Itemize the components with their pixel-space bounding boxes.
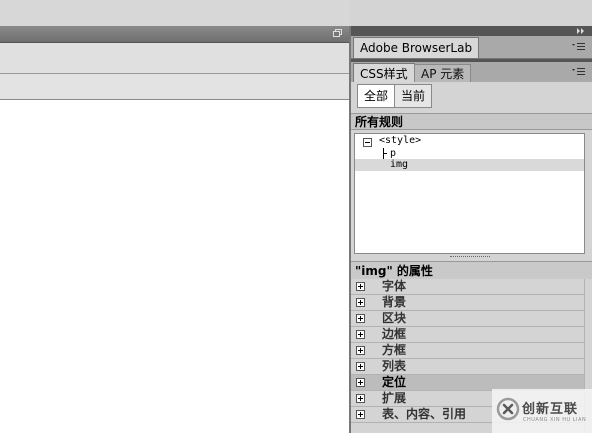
browserlab-panel-header: Adobe BrowserLab: [351, 36, 592, 59]
pane-resize-grip[interactable]: [450, 256, 490, 259]
css-panel-header: CSS样式 AP 元素: [351, 62, 592, 83]
collapse-toggle-icon[interactable]: [363, 138, 372, 147]
expand-icon[interactable]: [356, 330, 365, 339]
properties-header: "img" 的属性: [351, 261, 592, 279]
document-toolbar: [0, 43, 350, 74]
expand-icon[interactable]: [356, 410, 365, 419]
tree-item-label: <style>: [379, 135, 422, 146]
panel-group-top-bar: [351, 26, 592, 36]
tree-item-label: img: [390, 159, 409, 170]
category-row-list[interactable]: 列表: [351, 359, 584, 375]
tab-ap-elements-label: AP 元素: [421, 67, 465, 81]
tab-css-styles[interactable]: CSS样式: [353, 63, 415, 83]
expand-icon[interactable]: [356, 346, 365, 355]
tab-ap-elements[interactable]: AP 元素: [414, 64, 472, 83]
current-mode-button[interactable]: 当前: [395, 85, 431, 107]
expand-icon[interactable]: [356, 298, 365, 307]
css-panel-options-menu-icon[interactable]: [572, 67, 586, 77]
category-row-box[interactable]: 方框: [351, 343, 584, 359]
category-row-block[interactable]: 区块: [351, 311, 584, 327]
panel-options-menu-icon[interactable]: [572, 42, 586, 52]
category-label: 列表: [382, 359, 407, 373]
tree-row-img[interactable]: img: [355, 159, 584, 171]
category-label: 区块: [382, 311, 407, 325]
collapse-panels-icon[interactable]: [576, 27, 586, 35]
tab-adobe-browserlab[interactable]: Adobe BrowserLab: [353, 37, 480, 58]
watermark-brand: 创新互联: [522, 402, 579, 417]
category-label: 边框: [382, 327, 407, 341]
category-label: 表、内容、引用: [382, 407, 467, 421]
category-row-border[interactable]: 边框: [351, 327, 584, 343]
all-mode-button[interactable]: 全部: [358, 85, 396, 107]
top-strip: [0, 0, 350, 26]
tree-row-style[interactable]: <style>: [355, 135, 584, 147]
category-row-background[interactable]: 背景: [351, 295, 584, 311]
category-label: 扩展: [382, 391, 407, 405]
category-label: 背景: [382, 295, 407, 309]
expand-icon[interactable]: [356, 378, 365, 387]
all-rules-header: 所有规则: [351, 113, 592, 130]
expand-icon[interactable]: [356, 394, 365, 403]
category-label: 方框: [382, 343, 407, 357]
category-row-font[interactable]: 字体: [351, 279, 584, 295]
watermark: 创新互联 CHUANG XIN HU LIAN: [492, 389, 592, 433]
restore-window-icon[interactable]: [333, 29, 342, 37]
expand-icon[interactable]: [356, 282, 365, 291]
rules-tree[interactable]: <style> p img: [354, 133, 585, 254]
brand-logo-icon: [496, 397, 520, 421]
document-titlebar: [0, 26, 350, 43]
mode-toggle: 全部 当前: [357, 84, 433, 108]
design-canvas[interactable]: [0, 100, 349, 433]
category-label: 定位: [382, 375, 407, 389]
watermark-subtitle: CHUANG XIN HU LIAN: [523, 417, 587, 423]
expand-icon[interactable]: [356, 314, 365, 323]
expand-icon[interactable]: [356, 362, 365, 371]
category-label: 字体: [382, 279, 407, 293]
tab-adobe-browserlab-label: Adobe BrowserLab: [360, 41, 473, 55]
tab-css-styles-label: CSS样式: [360, 67, 408, 81]
document-toolbar-secondary: [0, 74, 350, 100]
